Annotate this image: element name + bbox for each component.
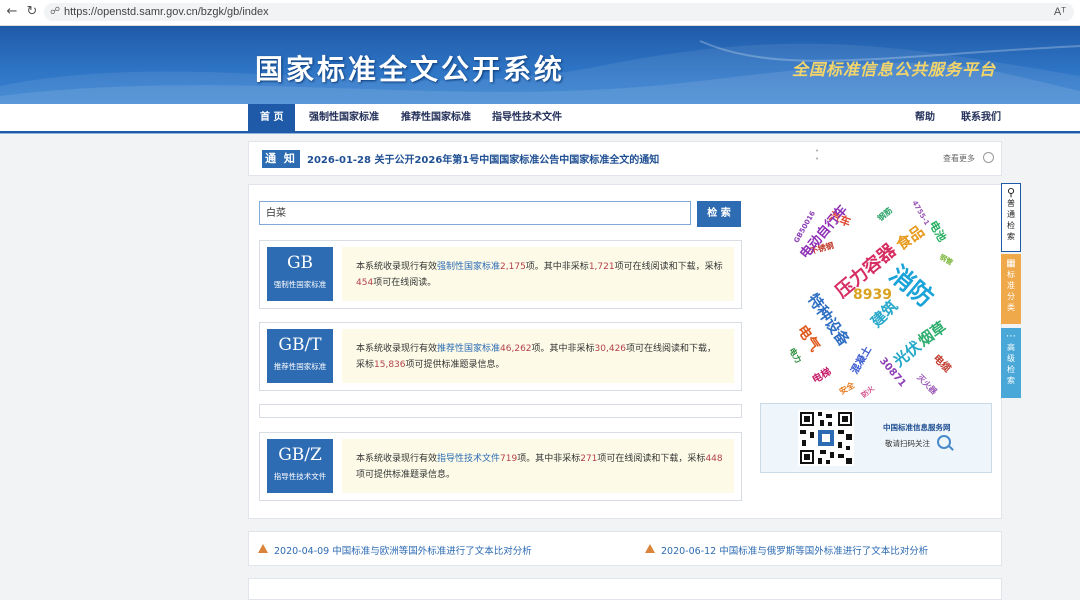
main-panel: 白菜 检 索 GB 强制性国家标准 本系统收录现行有效强制性国家标准2,175项… [248,184,1002,519]
notice-badge: 通 知 [262,150,300,168]
category-card-gbt[interactable]: GB/T 推荐性国家标准 本系统收录现行有效推荐性国家标准46,262项。其中非… [259,322,742,391]
desc-text: 项可在线阅读和下载，采标 [597,454,706,464]
news-bar: 2020-04-09 中国标准与欧洲等国外标准进行了文本比对分析 2020-06… [248,531,1002,566]
reader-mode-icon[interactable]: Aᵀ [1054,3,1066,21]
nav-recommended-standards[interactable]: 推荐性国家标准 [401,104,471,131]
desc-adopt-count: 15,836 [374,360,406,370]
browser-toolbar: ← ↻ ☍ https://openstd.samr.gov.cn/bzgk/g… [0,0,1080,26]
desc-text: 项。其中非采标 [531,344,595,354]
nav-help[interactable]: 帮助 [915,104,935,131]
category-card-gb[interactable]: GB 强制性国家标准 本系统收录现行有效强制性国家标准2,175项。其中非采标1… [259,240,742,309]
desc-text: 本系统收录现行有效 [356,454,438,464]
desc-text: 项可在线阅读和下载，采标 [614,262,723,272]
clock-icon [983,152,994,163]
search-button[interactable]: 检 索 [697,201,741,227]
lock-icon: ☍ [50,6,61,17]
desc-count: 2,175 [500,262,526,272]
category-badge[interactable]: GB/Z 指导性技术文件 [267,439,333,493]
notice-scroll-arrows[interactable]: ˄ ˅ [815,150,819,166]
category-card-gbz[interactable]: GB/Z 指导性技术文件 本系统收录现行有效指导性技术文件719项。其中非采标2… [259,432,742,501]
category-code: GB [286,253,314,273]
keyword[interactable]: 钢管 [937,252,954,268]
warning-icon [645,544,655,553]
desc-text: 本系统收录现行有效 [356,344,438,354]
view-more-link[interactable]: 查看更多 [943,153,975,164]
news-link[interactable]: 2020-04-09 中国标准与欧洲等国外标准进行了文本比对分析 [274,543,532,557]
side-tab-label: 普通检索 [1007,199,1015,241]
notice-link[interactable]: 2026-01-28 关于公开2026年第1号中国国家标准公告中国家标准全文的通… [307,151,659,166]
qr-code-image [798,410,854,466]
more-dots-icon: ⋯ [1006,331,1016,342]
bottom-panel [248,578,1002,600]
category-description: 本系统收录现行有效推荐性国家标准46,262项。其中非采标30,426项可在线阅… [342,329,734,383]
search-icon: ⚲ [1006,186,1016,199]
site-banner: 国家标准全文公开系统 全国标准信息公共服务平台 [0,26,1080,104]
keyword[interactable]: 电缆 [931,350,956,375]
category-description: 本系统收录现行有效强制性国家标准2,175项。其中非采标1,721项可在线阅读和… [342,247,734,301]
warning-icon [258,544,268,553]
qr-code-box[interactable]: 中国标准信息服务网 敬请扫码关注 [760,403,992,473]
keyword[interactable]: 电力 [786,346,804,365]
category-code: GB/T [278,335,322,355]
grid-icon: ▦ [1006,258,1016,269]
nav-contact[interactable]: 联系我们 [961,104,1001,131]
url-text: https://openstd.samr.gov.cn/bzgk/gb/inde… [64,6,269,18]
nav-mandatory-standards[interactable]: 强制性国家标准 [309,104,379,131]
keyword[interactable]: 钢筋 [875,205,894,224]
category-subtitle: 指导性技术文件 [273,472,327,481]
main-nav: 首 页 强制性国家标准 推荐性国家标准 指导性技术文件 帮助 联系我们 [0,104,1080,134]
keyword[interactable]: 电梯 [809,363,834,386]
side-tab-classification[interactable]: ▦ 标准分类 [1001,254,1021,324]
nav-divider [0,133,1080,134]
desc-text: 项可提供标准题录信息。 [356,470,456,480]
reload-icon[interactable]: ↻ [24,4,40,20]
site-slogan: 全国标准信息公共服务平台 [792,60,997,79]
desc-count: 46,262 [500,344,532,354]
desc-text: 项可在线阅读。 [373,278,437,288]
desc-nonadopt-count: 30,426 [594,344,627,354]
hot-keywords-cloud: GB50016 汽车 钢筋 4755-1 不锈钢 电动自行车 食品 电池 压力容… [777,195,997,399]
category-code: GB/Z [278,445,322,465]
desc-type: 强制性国家标准 [437,262,501,272]
category-subtitle: 推荐性国家标准 [273,362,327,371]
empty-category-card [259,404,742,418]
keyword[interactable]: 防火 [859,384,876,401]
desc-nonadopt-count: 271 [580,454,598,464]
nav-guidance-documents[interactable]: 指导性技术文件 [492,104,562,131]
desc-text: 本系统收录现行有效 [356,262,438,272]
address-bar[interactable]: ☍ https://openstd.samr.gov.cn/bzgk/gb/in… [44,3,1074,21]
desc-count: 719 [500,454,518,464]
keyword[interactable]: 混凝土 [846,343,874,376]
desc-text: 项。其中非采标 [517,454,581,464]
desc-nonadopt-count: 1,721 [588,262,615,272]
desc-adopt-count: 454 [356,278,374,288]
qr-subtitle: 敬请扫码关注 [885,439,930,448]
desc-adopt-count: 448 [705,454,723,464]
magnifier-icon [937,435,951,449]
side-tab-label: 高级检索 [1007,343,1015,385]
notice-bar: 通 知 2026-01-28 关于公开2026年第1号中国国家标准公告中国家标准… [248,141,1002,176]
side-tab-basic-search[interactable]: ⚲ 普通检索 [1001,183,1021,252]
desc-type: 指导性技术文件 [437,454,501,464]
desc-type: 推荐性国家标准 [437,344,501,354]
desc-text: 项。其中非采标 [525,262,589,272]
category-description: 本系统收录现行有效指导性技术文件719项。其中非采标271项可在线阅读和下载，采… [342,439,734,493]
arrow-left-icon[interactable]: ← [4,4,20,20]
qr-title: 中国标准信息服务网 [883,423,951,432]
nav-home[interactable]: 首 页 [248,104,296,131]
category-subtitle: 强制性国家标准 [273,280,327,289]
category-badge[interactable]: GB 强制性国家标准 [267,247,333,301]
side-tab-label: 标准分类 [1007,270,1015,312]
category-badge[interactable]: GB/T 推荐性国家标准 [267,329,333,383]
side-tab-advanced-search[interactable]: ⋯ 高级检索 [1001,328,1021,398]
news-link[interactable]: 2020-06-12 中国标准与俄罗斯等国外标准进行了文本比对分析 [661,543,928,557]
search-input[interactable]: 白菜 [259,201,691,225]
site-title: 国家标准全文公开系统 [255,53,566,86]
desc-text: 项可提供标准题录信息。 [405,360,505,370]
keyword[interactable]: 安全 [837,380,856,398]
keyword[interactable]: 灭火器 [915,372,940,397]
